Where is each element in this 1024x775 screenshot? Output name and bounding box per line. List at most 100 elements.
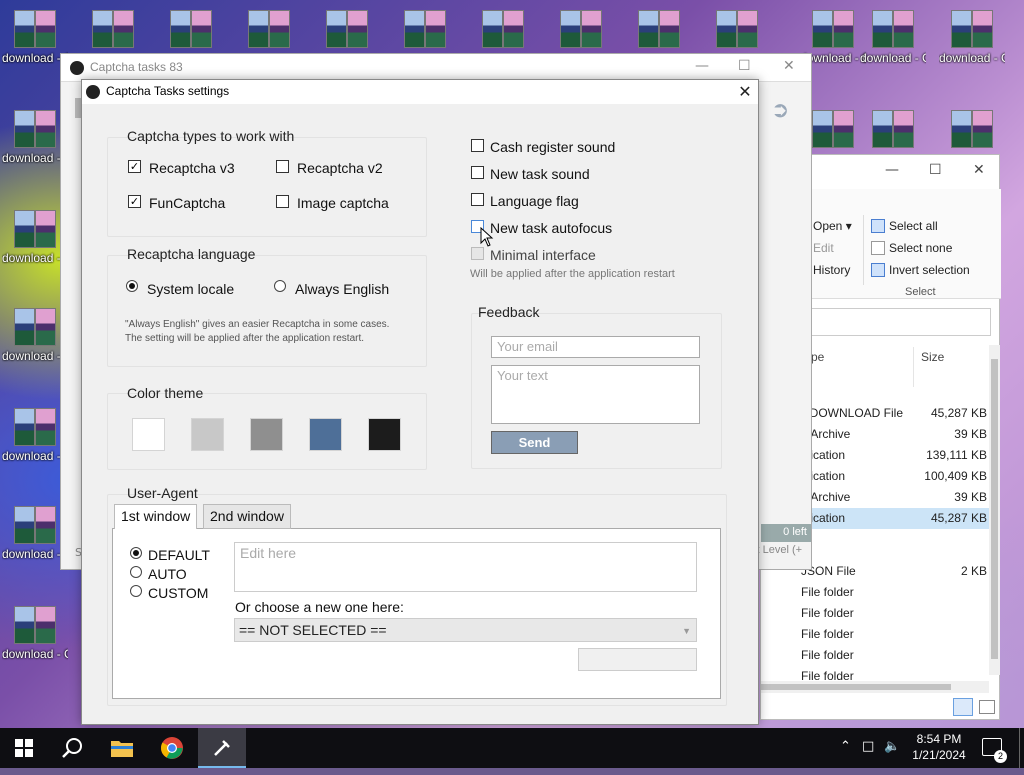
vertical-scrollbar[interactable] bbox=[989, 345, 1000, 675]
always-english-radio[interactable] bbox=[274, 280, 286, 292]
desktop-icon[interactable] bbox=[548, 8, 614, 50]
open-button[interactable]: Open ▾ bbox=[813, 219, 852, 233]
scrollbar-thumb[interactable] bbox=[761, 684, 951, 690]
desktop-icon[interactable] bbox=[80, 8, 146, 50]
desktop-icon[interactable] bbox=[626, 8, 692, 50]
ua-custom-radio[interactable] bbox=[130, 585, 142, 597]
history-button[interactable]: History bbox=[813, 263, 850, 277]
select-none-icon bbox=[871, 241, 885, 255]
ua-auto-radio[interactable] bbox=[130, 566, 142, 578]
clock[interactable]: 8:54 PM 1/21/2024 bbox=[903, 731, 975, 763]
app-logo-icon bbox=[214, 740, 230, 756]
desktop-icon[interactable]: download - Copy (127) bbox=[2, 406, 68, 464]
captcha-app-taskbar-button[interactable] bbox=[198, 728, 246, 768]
desktop-icon[interactable] bbox=[704, 8, 770, 50]
explorer-search-box[interactable] bbox=[811, 308, 991, 336]
volume-muted-icon[interactable]: 🔈 bbox=[884, 739, 900, 754]
show-desktop-button[interactable] bbox=[1019, 728, 1020, 768]
desktop-icon[interactable] bbox=[939, 108, 1005, 150]
desktop-icon-label: download - Copy (72) bbox=[939, 51, 1005, 65]
tab-1st-window[interactable]: 1st window bbox=[114, 504, 198, 529]
ua-default-radio[interactable] bbox=[130, 547, 142, 559]
desktop-icon[interactable]: download - Copy (75) bbox=[2, 8, 68, 66]
file-thumbnail-icon bbox=[810, 8, 856, 50]
minimize-icon[interactable]: — bbox=[885, 162, 899, 178]
email-field[interactable]: Your email bbox=[491, 336, 700, 358]
file-thumbnail-icon bbox=[12, 306, 58, 348]
desktop-icon[interactable] bbox=[236, 8, 302, 50]
desktop-icon-label: download - Copy (46) bbox=[860, 51, 926, 65]
exit-icon[interactable]: ➲ bbox=[771, 98, 789, 123]
new-task-sound-checkbox[interactable] bbox=[471, 166, 484, 179]
invert-selection-button[interactable]: Invert selection bbox=[871, 263, 970, 277]
image-captcha-checkbox[interactable] bbox=[276, 195, 289, 208]
file-thumbnail-icon bbox=[949, 108, 995, 150]
select-all-button[interactable]: Select all bbox=[871, 219, 938, 233]
size-column-header[interactable]: Size bbox=[921, 350, 944, 364]
edit-button[interactable]: Edit bbox=[813, 241, 834, 255]
captcha-tasks-titlebar: Captcha tasks 83 — ☐ ✕ bbox=[61, 54, 811, 82]
system-locale-radio[interactable] bbox=[126, 280, 138, 292]
desktop-icon[interactable]: download - Copy (8) bbox=[2, 208, 68, 266]
desktop-icon[interactable]: download - Copy (10) bbox=[2, 504, 68, 562]
desktop-icon[interactable] bbox=[158, 8, 224, 50]
ua-default-label: DEFAULT bbox=[148, 547, 210, 563]
file-row[interactable]: File folder bbox=[761, 582, 989, 603]
close-icon[interactable]: ✕ bbox=[783, 58, 795, 74]
network-icon[interactable]: □ bbox=[862, 739, 874, 754]
file-row[interactable]: File folder bbox=[761, 603, 989, 624]
language-flag-checkbox[interactable] bbox=[471, 193, 484, 206]
theme-swatch-light-gray[interactable] bbox=[191, 418, 224, 451]
feedback-text-field[interactable]: Your text bbox=[491, 365, 700, 424]
file-explorer-taskbar-button[interactable] bbox=[98, 728, 146, 768]
desktop-icon[interactable]: download - Copy (128) bbox=[2, 604, 68, 662]
large-icons-view-icon[interactable] bbox=[979, 700, 995, 714]
minimize-icon[interactable]: — bbox=[695, 58, 709, 74]
file-size: 2 KB bbox=[960, 564, 987, 578]
maximize-icon[interactable]: ☐ bbox=[929, 162, 942, 178]
theme-swatch-white[interactable] bbox=[132, 418, 165, 451]
cash-register-sound-checkbox[interactable] bbox=[471, 139, 484, 152]
select-none-button[interactable]: Select none bbox=[871, 241, 952, 255]
send-button[interactable]: Send bbox=[491, 431, 578, 454]
file-thumbnail-icon bbox=[636, 8, 682, 50]
file-thumbnail-icon bbox=[870, 8, 916, 50]
maximize-icon[interactable]: ☐ bbox=[738, 58, 751, 74]
chrome-taskbar-button[interactable] bbox=[148, 728, 196, 768]
horizontal-scrollbar[interactable] bbox=[761, 681, 989, 693]
desktop-icon[interactable]: download - Copy (9) bbox=[2, 306, 68, 364]
desktop-icon[interactable] bbox=[860, 108, 926, 150]
theme-swatch-black[interactable] bbox=[368, 418, 401, 451]
minimal-interface-checkbox[interactable] bbox=[471, 247, 484, 260]
theme-swatch-gray[interactable] bbox=[250, 418, 283, 451]
chevron-up-icon[interactable]: ⌃ bbox=[840, 739, 851, 754]
desktop-icon[interactable]: download - Copy (126) bbox=[2, 108, 68, 166]
file-thumbnail-icon bbox=[12, 208, 58, 250]
tab-2nd-window[interactable]: 2nd window bbox=[203, 504, 291, 529]
search-button[interactable] bbox=[48, 728, 96, 768]
apply-user-agent-button[interactable] bbox=[578, 648, 697, 671]
funcaptcha-checkbox[interactable]: ✓ bbox=[128, 195, 141, 208]
file-row[interactable]: File folder bbox=[761, 666, 989, 680]
type-column-header[interactable]: pe bbox=[811, 350, 824, 364]
desktop-icon[interactable] bbox=[314, 8, 380, 50]
captcha-types-group bbox=[107, 137, 427, 237]
color-theme-title: Color theme bbox=[127, 385, 204, 401]
user-agent-select[interactable]: == NOT SELECTED == ▼ bbox=[234, 618, 697, 642]
start-button[interactable] bbox=[0, 728, 48, 768]
close-icon[interactable]: ✕ bbox=[734, 80, 756, 104]
desktop-icon[interactable]: download - Copy (72) bbox=[939, 8, 1005, 66]
dialog-title: Captcha Tasks settings bbox=[106, 84, 230, 98]
user-agent-edit-field[interactable]: Edit here bbox=[234, 542, 697, 592]
details-view-icon[interactable] bbox=[953, 698, 973, 716]
file-row[interactable]: File folder bbox=[761, 624, 989, 645]
file-row[interactable]: File folder bbox=[761, 645, 989, 666]
recaptcha-v2-checkbox[interactable] bbox=[276, 160, 289, 173]
close-icon[interactable]: ✕ bbox=[973, 162, 985, 178]
desktop-icon[interactable] bbox=[470, 8, 536, 50]
desktop-icon[interactable] bbox=[392, 8, 458, 50]
theme-swatch-blue[interactable] bbox=[309, 418, 342, 451]
scrollbar-thumb[interactable] bbox=[991, 359, 998, 659]
recaptcha-v3-checkbox[interactable]: ✓ bbox=[128, 160, 141, 173]
desktop-icon[interactable]: download - Copy (46) bbox=[860, 8, 926, 66]
